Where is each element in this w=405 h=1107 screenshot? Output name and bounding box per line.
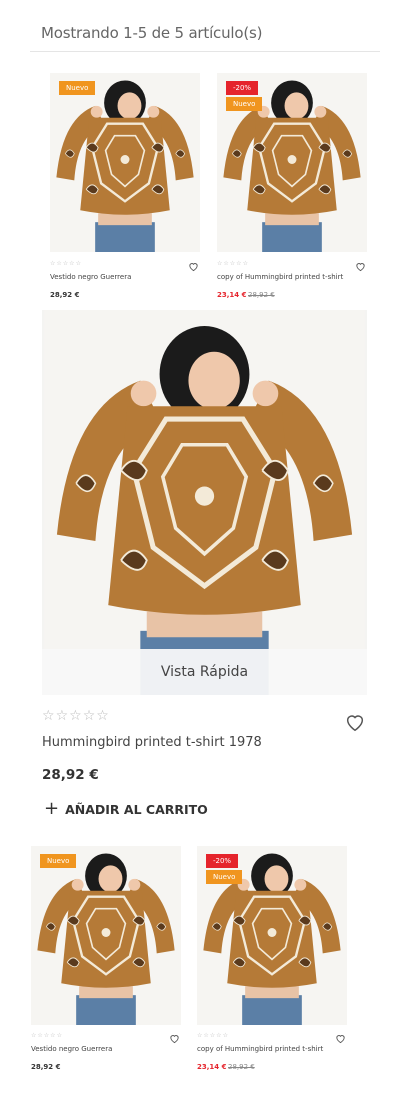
product-name[interactable]: copy of Hummingbird printed t-shirt (217, 273, 343, 281)
rating-stars: ☆ ☆ ☆ ☆ ☆ (31, 1032, 62, 1039)
results-count: Mostrando 1-5 de 5 artículo(s) (41, 24, 263, 42)
star-outline-icon: ☆ (203, 1032, 209, 1039)
star-outline-icon: ☆ (222, 1032, 228, 1039)
star-outline-icon: ☆ (209, 1032, 216, 1039)
discount-badge: -20% (206, 854, 239, 868)
product-name[interactable]: Vestido negro Guerrera (50, 273, 131, 281)
star-outline-icon: ☆ (42, 708, 55, 724)
star-outline-icon: ☆ (37, 1032, 43, 1039)
star-outline-icon: ☆ (31, 1032, 37, 1039)
heart-outline-icon[interactable] (188, 261, 199, 272)
old-price: 28,92 € (248, 291, 275, 299)
star-outline-icon: ☆ (242, 260, 248, 267)
new-badge: Nuevo (40, 854, 77, 868)
new-badge: Nuevo (206, 870, 243, 884)
old-price: 28,92 € (228, 1063, 255, 1071)
sale-price: 23,14 € (197, 1063, 227, 1071)
plus-icon: + (44, 798, 60, 819)
heart-outline-icon[interactable] (344, 711, 366, 733)
star-outline-icon: ☆ (223, 260, 229, 267)
star-outline-icon: ☆ (216, 1032, 222, 1039)
star-outline-icon: ☆ (43, 1032, 50, 1039)
quick-view-button[interactable]: Vista Rápida (42, 649, 367, 695)
heart-outline-icon[interactable] (335, 1033, 346, 1044)
star-outline-icon: ☆ (56, 1032, 62, 1039)
product-card-featured[interactable]: Vista Rápida ☆ ☆ ☆ ☆ ☆ Hummingbird printed t… (42, 310, 367, 822)
product-price: 28,92 € (42, 767, 99, 783)
rating-stars: ☆ ☆ ☆ ☆ ☆ (42, 708, 109, 724)
new-badge: Nuevo (226, 97, 263, 111)
star-outline-icon: ☆ (197, 1032, 203, 1039)
star-outline-icon: ☆ (96, 708, 109, 724)
star-outline-icon: ☆ (217, 260, 223, 267)
star-outline-icon: ☆ (236, 260, 242, 267)
add-to-cart-button[interactable]: + AÑADIR AL CARRITO (44, 800, 208, 818)
rating-stars: ☆ ☆ ☆ ☆ ☆ (50, 260, 81, 267)
product-name[interactable]: copy of Hummingbird printed t-shirt (197, 1045, 323, 1053)
star-outline-icon: ☆ (55, 708, 69, 724)
product-name[interactable]: Hummingbird printed t-shirt 1978 (42, 735, 262, 750)
rating-stars: ☆ ☆ ☆ ☆ ☆ (197, 1032, 228, 1039)
product-price: 28,92 € (31, 1063, 61, 1071)
star-outline-icon: ☆ (69, 708, 82, 724)
sale-price: 23,14 € (217, 291, 247, 299)
star-outline-icon: ☆ (229, 260, 236, 267)
star-outline-icon: ☆ (50, 1032, 56, 1039)
heart-outline-icon[interactable] (169, 1033, 180, 1044)
new-badge: Nuevo (59, 81, 96, 95)
star-outline-icon: ☆ (56, 260, 62, 267)
product-price: 28,92 € (50, 291, 80, 299)
discount-badge: -20% (226, 81, 259, 95)
add-to-cart-label: AÑADIR AL CARRITO (65, 801, 208, 817)
product-card[interactable]: -20% Nuevo ☆ ☆ ☆ ☆ ☆ copy of Hummingbird pri… (197, 846, 347, 1076)
product-card[interactable]: Nuevo ☆ ☆ ☆ ☆ ☆ Vestido negro Guerrera 28,92… (50, 73, 200, 303)
results-header: Mostrando 1-5 de 5 artículo(s) (30, 0, 380, 52)
product-name[interactable]: Vestido negro Guerrera (31, 1045, 112, 1053)
product-card[interactable]: -20% Nuevo ☆ ☆ ☆ ☆ ☆ copy of Hummingbird pri… (217, 73, 367, 303)
rating-stars: ☆ ☆ ☆ ☆ ☆ (217, 260, 248, 267)
star-outline-icon: ☆ (62, 260, 69, 267)
star-outline-icon: ☆ (50, 260, 56, 267)
star-outline-icon: ☆ (82, 708, 96, 724)
product-image[interactable] (50, 73, 200, 252)
product-image[interactable] (42, 310, 367, 695)
star-outline-icon: ☆ (75, 260, 81, 267)
star-outline-icon: ☆ (69, 260, 75, 267)
heart-outline-icon[interactable] (355, 261, 366, 272)
product-image[interactable] (31, 846, 181, 1025)
product-card[interactable]: Nuevo ☆ ☆ ☆ ☆ ☆ Vestido negro Guerrera 28,92… (31, 846, 181, 1076)
